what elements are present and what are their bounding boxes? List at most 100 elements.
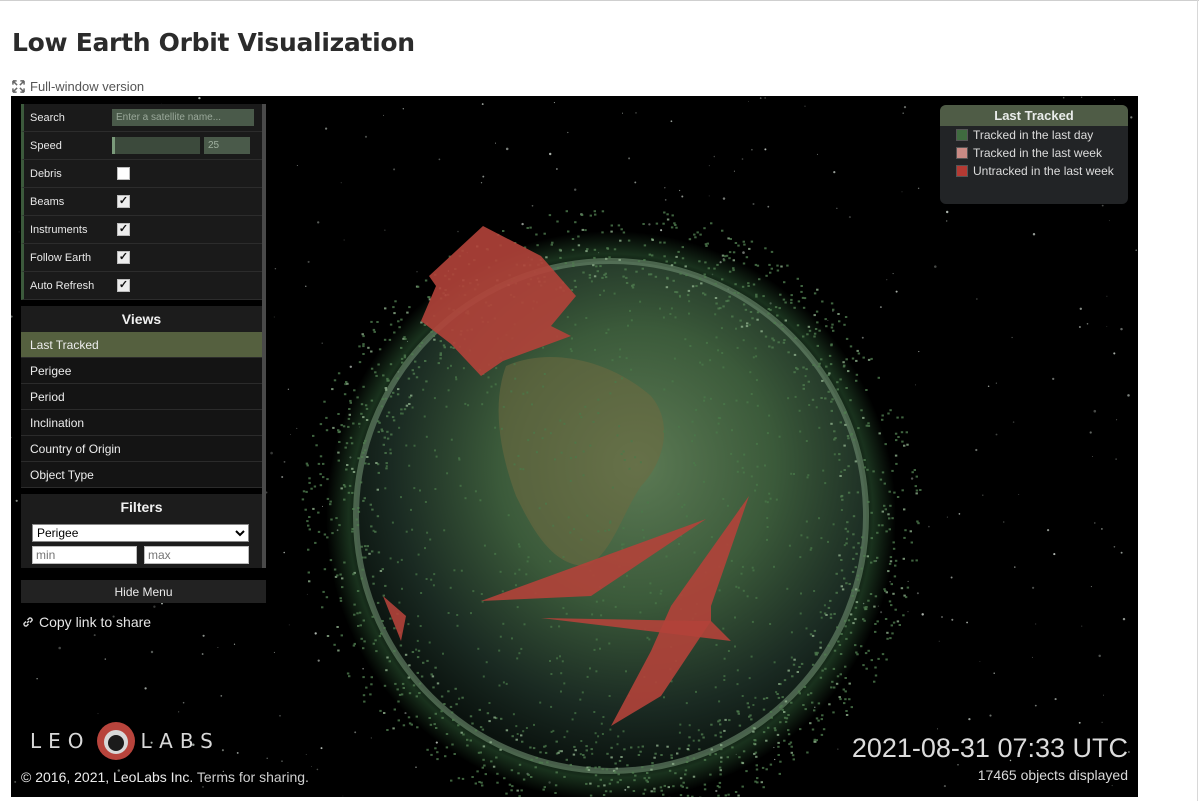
satellite-particle — [430, 753, 433, 756]
hide-menu-button[interactable]: Hide Menu — [21, 580, 266, 603]
satellite-particle — [733, 291, 736, 294]
satellite-particle — [736, 346, 739, 349]
satellite-particle — [618, 425, 621, 428]
satellite-particle — [365, 686, 368, 689]
satellite-particle — [455, 376, 457, 379]
debris-checkbox[interactable] — [117, 167, 130, 180]
satellite-particle — [806, 751, 809, 754]
satellite-particle — [719, 769, 722, 772]
satellite-particle — [360, 412, 363, 415]
star — [975, 448, 978, 452]
speed-value-input[interactable]: 25 — [204, 137, 250, 154]
instruments-checkbox[interactable] — [117, 223, 130, 236]
satellite-particle — [525, 573, 528, 576]
satellite-particle — [840, 559, 843, 561]
satellite-particle — [679, 794, 683, 797]
satellite-particle — [490, 760, 493, 763]
satellite-particle — [362, 676, 365, 679]
star — [879, 306, 882, 309]
satellite-particle — [436, 751, 439, 754]
copy-link-button[interactable]: Copy link to share — [21, 614, 151, 630]
satellite-particle — [533, 431, 536, 434]
satellite-particle — [610, 746, 613, 749]
satellite-particle — [674, 316, 677, 319]
satellite-particle — [915, 492, 918, 495]
star — [1115, 458, 1117, 460]
beams-checkbox[interactable] — [117, 195, 130, 208]
satellite-particle — [419, 489, 421, 492]
view-item-country-of-origin[interactable]: Country of Origin — [21, 436, 262, 462]
speed-slider[interactable] — [112, 137, 200, 154]
satellite-particle — [488, 702, 491, 704]
satellite-particle — [803, 686, 807, 688]
satellite-particle — [856, 578, 859, 581]
follow-earth-checkbox[interactable] — [117, 251, 130, 264]
satellite-particle — [639, 750, 642, 753]
satellite-particle — [407, 676, 410, 679]
satellite-particle — [532, 747, 536, 750]
satellite-particle — [511, 785, 514, 788]
satellite-particle — [460, 731, 463, 734]
filter-max-input[interactable] — [144, 546, 249, 564]
satellite-particle — [829, 599, 832, 602]
satellite-particle — [718, 700, 721, 703]
satellite-particle — [477, 647, 480, 650]
satellite-particle — [550, 730, 553, 733]
satellite-particle — [678, 747, 681, 750]
view-item-object-type[interactable]: Object Type — [21, 462, 262, 488]
satellite-particle — [897, 436, 900, 438]
satellite-particle — [666, 218, 670, 221]
satellite-particle — [796, 324, 800, 327]
orbit-visualization-canvas[interactable]: Search Speed 25 Debris Beams Instruments… — [11, 96, 1138, 797]
satellite-particle — [723, 657, 726, 660]
satellite-particle — [367, 346, 370, 349]
satellite-particle — [635, 270, 638, 273]
satellite-particle — [625, 276, 628, 279]
satellite-particle — [363, 497, 366, 500]
view-item-inclination[interactable]: Inclination — [21, 410, 262, 436]
star — [916, 592, 919, 595]
satellite-particle — [791, 675, 794, 678]
satellite-particle — [650, 790, 653, 793]
satellite-particle — [824, 482, 827, 485]
star — [495, 142, 496, 144]
satellite-particle — [717, 416, 720, 419]
fullwindow-link[interactable]: Full-window version — [12, 79, 144, 94]
star — [521, 222, 524, 226]
satellite-particle — [705, 245, 708, 247]
satellite-particle — [836, 388, 839, 391]
satellite-particle — [581, 691, 584, 694]
filter-select[interactable]: Perigee — [32, 524, 249, 542]
satellite-particle — [715, 336, 718, 339]
satellite-particle — [608, 642, 611, 645]
satellite-particle — [326, 635, 330, 637]
view-item-perigee[interactable]: Perigee — [21, 358, 262, 384]
filter-min-input[interactable] — [32, 546, 137, 564]
satellite-particle — [903, 444, 906, 447]
satellite-particle — [527, 773, 530, 776]
satellite-particle — [704, 261, 707, 264]
satellite-particle — [813, 709, 816, 712]
search-input[interactable] — [112, 109, 254, 126]
satellite-particle — [625, 282, 629, 284]
satellite-particle — [679, 777, 683, 780]
auto-refresh-checkbox[interactable] — [117, 279, 130, 292]
satellite-particle — [331, 532, 334, 535]
satellite-particle — [502, 405, 505, 408]
star — [1130, 116, 1133, 119]
satellite-particle — [447, 612, 450, 614]
legend-swatch-tracked-week — [956, 147, 968, 159]
satellite-particle — [792, 663, 796, 666]
terms-link[interactable]: Terms for sharing. — [197, 769, 309, 785]
satellite-particle — [756, 777, 759, 780]
satellite-particle — [435, 455, 438, 458]
satellite-particle — [777, 741, 780, 744]
satellite-particle — [653, 756, 656, 759]
satellite-particle — [573, 528, 575, 531]
view-item-last-tracked[interactable]: Last Tracked — [21, 332, 262, 358]
view-item-period[interactable]: Period — [21, 384, 262, 410]
satellite-particle — [766, 538, 768, 541]
satellite-particle — [382, 443, 385, 446]
satellite-particle — [425, 435, 428, 438]
satellite-particle — [446, 367, 449, 370]
